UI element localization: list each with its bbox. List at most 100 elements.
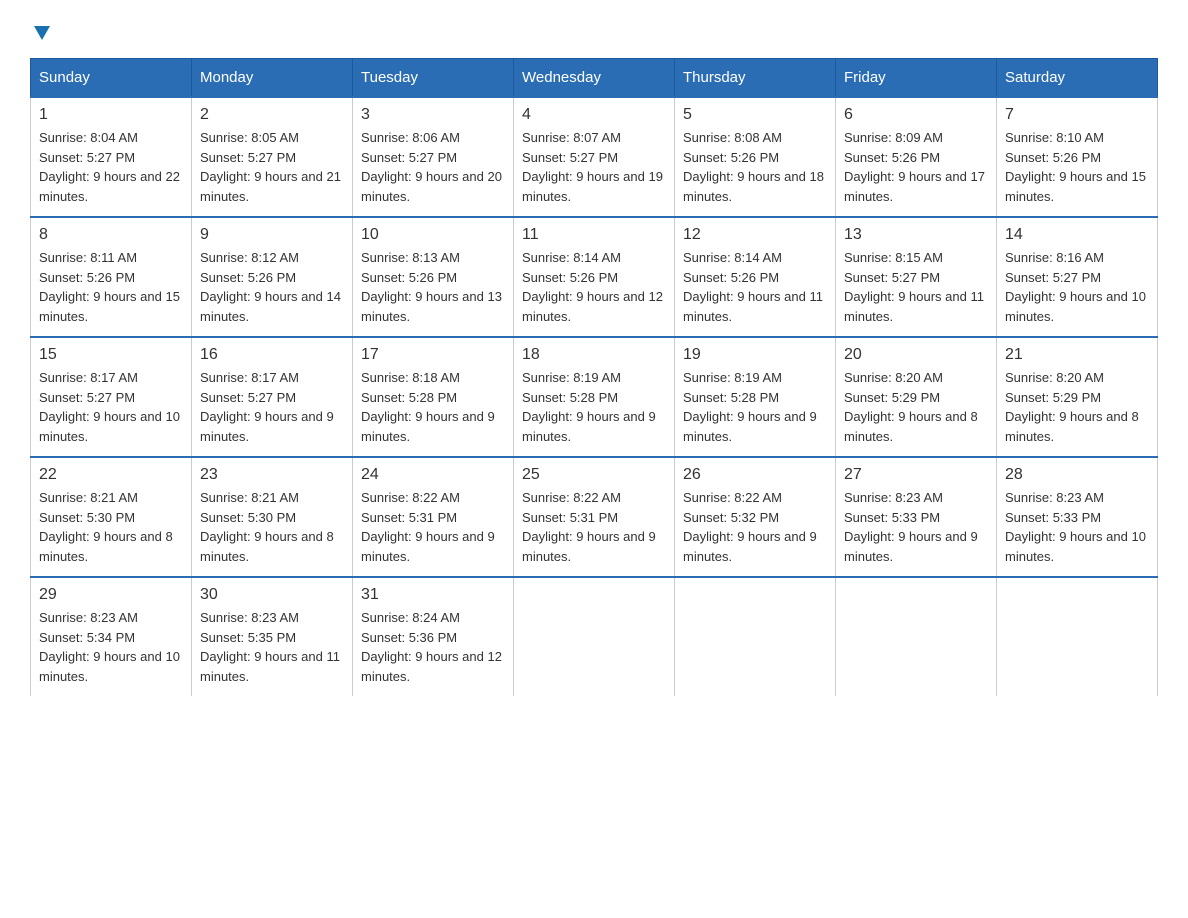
day-number: 15 [39,346,183,364]
calendar-cell [997,577,1158,696]
calendar-cell [675,577,836,696]
day-info: Sunrise: 8:06 AMSunset: 5:27 PMDaylight:… [361,130,502,204]
calendar-cell: 6 Sunrise: 8:09 AMSunset: 5:26 PMDayligh… [836,97,997,217]
calendar-cell: 17 Sunrise: 8:18 AMSunset: 5:28 PMDaylig… [353,337,514,457]
calendar-cell: 4 Sunrise: 8:07 AMSunset: 5:27 PMDayligh… [514,97,675,217]
calendar-cell: 25 Sunrise: 8:22 AMSunset: 5:31 PMDaylig… [514,457,675,577]
calendar-week-row: 29 Sunrise: 8:23 AMSunset: 5:34 PMDaylig… [31,577,1158,696]
day-number: 13 [844,226,988,244]
calendar-cell: 3 Sunrise: 8:06 AMSunset: 5:27 PMDayligh… [353,97,514,217]
calendar-cell: 20 Sunrise: 8:20 AMSunset: 5:29 PMDaylig… [836,337,997,457]
calendar-week-row: 8 Sunrise: 8:11 AMSunset: 5:26 PMDayligh… [31,217,1158,337]
col-header-sunday: Sunday [31,59,192,98]
day-info: Sunrise: 8:05 AMSunset: 5:27 PMDaylight:… [200,130,341,204]
calendar-cell: 10 Sunrise: 8:13 AMSunset: 5:26 PMDaylig… [353,217,514,337]
calendar-week-row: 15 Sunrise: 8:17 AMSunset: 5:27 PMDaylig… [31,337,1158,457]
day-number: 23 [200,466,344,484]
calendar-cell: 21 Sunrise: 8:20 AMSunset: 5:29 PMDaylig… [997,337,1158,457]
day-number: 16 [200,346,344,364]
day-number: 29 [39,586,183,604]
col-header-thursday: Thursday [675,59,836,98]
day-info: Sunrise: 8:18 AMSunset: 5:28 PMDaylight:… [361,370,495,444]
logo-arrow-icon [32,22,54,44]
calendar-cell: 12 Sunrise: 8:14 AMSunset: 5:26 PMDaylig… [675,217,836,337]
day-number: 4 [522,106,666,124]
calendar-cell: 11 Sunrise: 8:14 AMSunset: 5:26 PMDaylig… [514,217,675,337]
day-info: Sunrise: 8:12 AMSunset: 5:26 PMDaylight:… [200,250,341,324]
day-number: 14 [1005,226,1149,244]
calendar-cell: 18 Sunrise: 8:19 AMSunset: 5:28 PMDaylig… [514,337,675,457]
day-number: 27 [844,466,988,484]
day-info: Sunrise: 8:23 AMSunset: 5:33 PMDaylight:… [1005,490,1146,564]
day-number: 10 [361,226,505,244]
page-header [30,20,1158,38]
day-info: Sunrise: 8:17 AMSunset: 5:27 PMDaylight:… [39,370,180,444]
day-info: Sunrise: 8:19 AMSunset: 5:28 PMDaylight:… [683,370,817,444]
day-info: Sunrise: 8:16 AMSunset: 5:27 PMDaylight:… [1005,250,1146,324]
day-number: 31 [361,586,505,604]
day-info: Sunrise: 8:19 AMSunset: 5:28 PMDaylight:… [522,370,656,444]
day-number: 19 [683,346,827,364]
day-number: 18 [522,346,666,364]
calendar-cell: 9 Sunrise: 8:12 AMSunset: 5:26 PMDayligh… [192,217,353,337]
day-number: 30 [200,586,344,604]
calendar-week-row: 22 Sunrise: 8:21 AMSunset: 5:30 PMDaylig… [31,457,1158,577]
calendar-cell: 24 Sunrise: 8:22 AMSunset: 5:31 PMDaylig… [353,457,514,577]
day-info: Sunrise: 8:23 AMSunset: 5:33 PMDaylight:… [844,490,978,564]
day-info: Sunrise: 8:04 AMSunset: 5:27 PMDaylight:… [39,130,180,204]
day-number: 17 [361,346,505,364]
day-info: Sunrise: 8:17 AMSunset: 5:27 PMDaylight:… [200,370,334,444]
day-info: Sunrise: 8:22 AMSunset: 5:32 PMDaylight:… [683,490,817,564]
calendar-cell: 8 Sunrise: 8:11 AMSunset: 5:26 PMDayligh… [31,217,192,337]
day-info: Sunrise: 8:22 AMSunset: 5:31 PMDaylight:… [361,490,495,564]
col-header-friday: Friday [836,59,997,98]
calendar-cell: 31 Sunrise: 8:24 AMSunset: 5:36 PMDaylig… [353,577,514,696]
day-number: 12 [683,226,827,244]
day-number: 22 [39,466,183,484]
calendar-cell: 23 Sunrise: 8:21 AMSunset: 5:30 PMDaylig… [192,457,353,577]
day-info: Sunrise: 8:21 AMSunset: 5:30 PMDaylight:… [200,490,334,564]
day-number: 7 [1005,106,1149,124]
day-number: 6 [844,106,988,124]
col-header-monday: Monday [192,59,353,98]
calendar-table: SundayMondayTuesdayWednesdayThursdayFrid… [30,58,1158,696]
calendar-cell: 15 Sunrise: 8:17 AMSunset: 5:27 PMDaylig… [31,337,192,457]
day-number: 9 [200,226,344,244]
day-info: Sunrise: 8:15 AMSunset: 5:27 PMDaylight:… [844,250,984,324]
calendar-cell: 22 Sunrise: 8:21 AMSunset: 5:30 PMDaylig… [31,457,192,577]
col-header-tuesday: Tuesday [353,59,514,98]
day-info: Sunrise: 8:24 AMSunset: 5:36 PMDaylight:… [361,610,502,684]
calendar-cell: 16 Sunrise: 8:17 AMSunset: 5:27 PMDaylig… [192,337,353,457]
calendar-cell: 14 Sunrise: 8:16 AMSunset: 5:27 PMDaylig… [997,217,1158,337]
calendar-cell: 27 Sunrise: 8:23 AMSunset: 5:33 PMDaylig… [836,457,997,577]
calendar-cell: 13 Sunrise: 8:15 AMSunset: 5:27 PMDaylig… [836,217,997,337]
day-number: 20 [844,346,988,364]
calendar-cell: 29 Sunrise: 8:23 AMSunset: 5:34 PMDaylig… [31,577,192,696]
calendar-header-row: SundayMondayTuesdayWednesdayThursdayFrid… [31,59,1158,98]
day-info: Sunrise: 8:20 AMSunset: 5:29 PMDaylight:… [844,370,978,444]
calendar-cell: 30 Sunrise: 8:23 AMSunset: 5:35 PMDaylig… [192,577,353,696]
calendar-cell [514,577,675,696]
day-number: 3 [361,106,505,124]
day-number: 21 [1005,346,1149,364]
calendar-cell: 1 Sunrise: 8:04 AMSunset: 5:27 PMDayligh… [31,97,192,217]
day-info: Sunrise: 8:23 AMSunset: 5:34 PMDaylight:… [39,610,180,684]
logo [30,20,54,38]
day-info: Sunrise: 8:10 AMSunset: 5:26 PMDaylight:… [1005,130,1146,204]
day-number: 1 [39,106,183,124]
calendar-cell [836,577,997,696]
day-info: Sunrise: 8:22 AMSunset: 5:31 PMDaylight:… [522,490,656,564]
calendar-cell: 26 Sunrise: 8:22 AMSunset: 5:32 PMDaylig… [675,457,836,577]
day-number: 24 [361,466,505,484]
day-info: Sunrise: 8:14 AMSunset: 5:26 PMDaylight:… [683,250,823,324]
day-number: 28 [1005,466,1149,484]
day-info: Sunrise: 8:09 AMSunset: 5:26 PMDaylight:… [844,130,985,204]
calendar-cell: 2 Sunrise: 8:05 AMSunset: 5:27 PMDayligh… [192,97,353,217]
day-info: Sunrise: 8:08 AMSunset: 5:26 PMDaylight:… [683,130,824,204]
day-info: Sunrise: 8:13 AMSunset: 5:26 PMDaylight:… [361,250,502,324]
day-info: Sunrise: 8:23 AMSunset: 5:35 PMDaylight:… [200,610,340,684]
day-number: 8 [39,226,183,244]
day-info: Sunrise: 8:20 AMSunset: 5:29 PMDaylight:… [1005,370,1139,444]
day-info: Sunrise: 8:11 AMSunset: 5:26 PMDaylight:… [39,250,180,324]
calendar-cell: 28 Sunrise: 8:23 AMSunset: 5:33 PMDaylig… [997,457,1158,577]
